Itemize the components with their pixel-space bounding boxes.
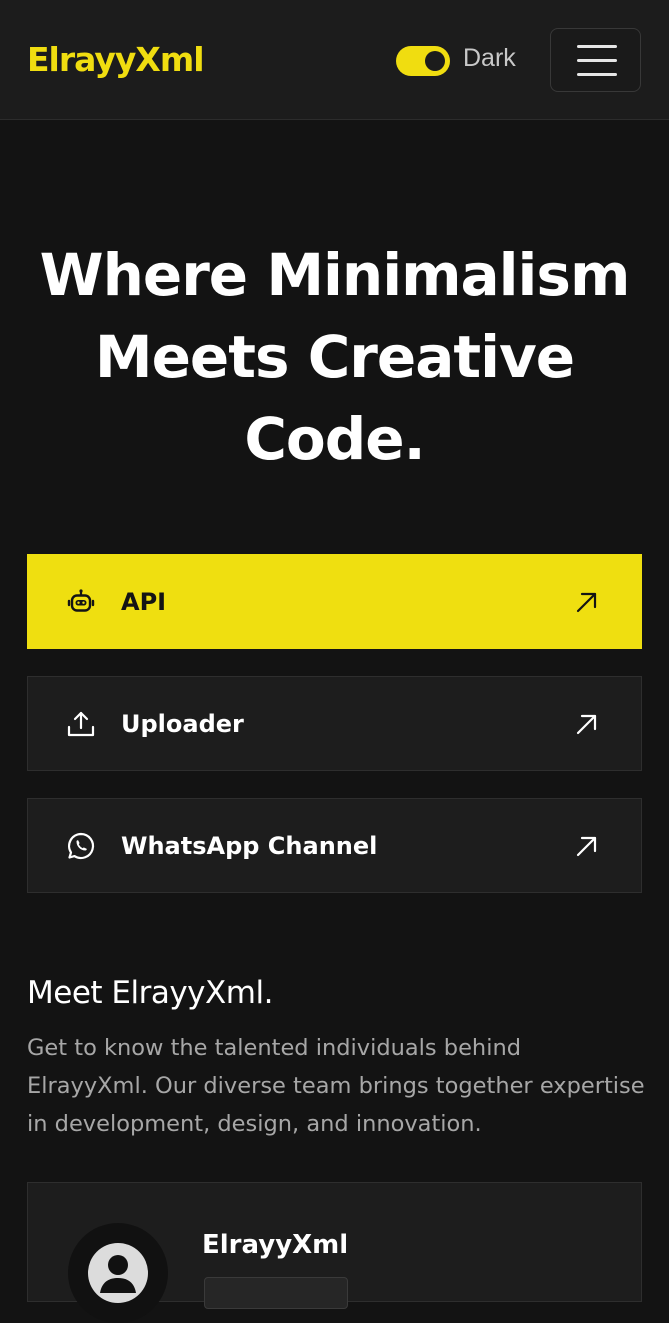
hero-title: Where Minimalism Meets Creative Code. — [0, 234, 669, 480]
hero-title-line: Where Minimalism — [39, 241, 631, 309]
upload-icon — [66, 709, 96, 739]
site-header: ElrayyXml Dark — [0, 0, 669, 120]
team-member-card[interactable]: ElrayyXml — [27, 1182, 642, 1323]
hero-title-line: Code. — [244, 405, 425, 473]
theme-toggle[interactable] — [396, 46, 450, 76]
team-description: Get to know the talented individuals beh… — [27, 1035, 645, 1137]
avatar — [68, 1223, 168, 1323]
api-link-button[interactable]: API — [27, 554, 642, 649]
theme-label: Dark — [463, 44, 516, 72]
link-label: API — [121, 588, 167, 616]
arrow-up-right-icon — [573, 832, 601, 860]
site-logo[interactable]: ElrayyXml — [27, 40, 205, 80]
member-name: ElrayyXml — [202, 1230, 349, 1260]
link-label: Uploader — [121, 710, 244, 738]
toggle-knob — [425, 51, 445, 71]
team-heading: Meet ElrayyXml. — [27, 975, 273, 1011]
uploader-link-button[interactable]: Uploader — [27, 676, 642, 771]
menu-button[interactable] — [550, 28, 641, 92]
whatsapp-icon — [66, 831, 96, 861]
user-avatar-icon — [68, 1243, 168, 1323]
member-role-badge — [204, 1277, 348, 1309]
arrow-up-right-icon — [573, 710, 601, 738]
arrow-up-right-icon — [573, 588, 601, 616]
whatsapp-channel-link-button[interactable]: WhatsApp Channel — [27, 798, 642, 893]
robot-icon — [66, 587, 96, 617]
link-label: WhatsApp Channel — [121, 832, 378, 860]
hero-title-line: Meets Creative — [94, 323, 575, 391]
